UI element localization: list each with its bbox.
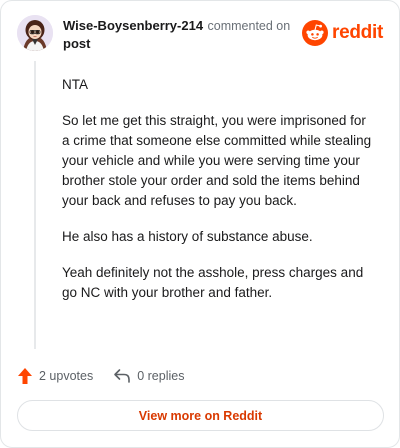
upvote-count: 2 upvotes <box>39 369 94 383</box>
reply-stat[interactable]: 0 replies <box>113 368 184 384</box>
comment-paragraph: Yeah definitely not the asshole, press c… <box>62 265 364 300</box>
comment-header: Wise-Boysenberry-214 commented on post r… <box>17 13 383 53</box>
author-name[interactable]: Wise-Boysenberry-214 <box>63 18 203 33</box>
reddit-wordmark: reddit <box>332 22 383 43</box>
comment-stats: 2 upvotes 0 replies <box>17 365 184 387</box>
comment-paragraph: NTA <box>62 77 88 92</box>
action-text: commented on <box>207 19 291 33</box>
post-link[interactable]: post <box>63 35 305 52</box>
comment-meta: Wise-Boysenberry-214 commented on post <box>63 17 305 52</box>
upvote-stat[interactable]: 2 upvotes <box>17 367 93 385</box>
thread-line <box>34 61 36 349</box>
comment-paragraph: So let me get this straight, you were im… <box>62 113 372 208</box>
reply-arrow-icon <box>114 369 131 383</box>
avatar-image <box>17 15 53 51</box>
upvote-arrow-icon <box>18 368 32 384</box>
embedded-comment-card: Wise-Boysenberry-214 commented on post r… <box>0 0 400 448</box>
comment-body: NTA So let me get this straight, you wer… <box>62 75 372 319</box>
reply-count: 0 replies <box>137 369 185 383</box>
reddit-snoo-icon <box>302 20 329 46</box>
reddit-brand[interactable]: reddit <box>302 19 383 47</box>
user-avatar[interactable] <box>17 15 53 51</box>
view-more-button[interactable]: View more on Reddit <box>17 400 384 431</box>
comment-paragraph: He also has a history of substance abuse… <box>62 229 313 244</box>
